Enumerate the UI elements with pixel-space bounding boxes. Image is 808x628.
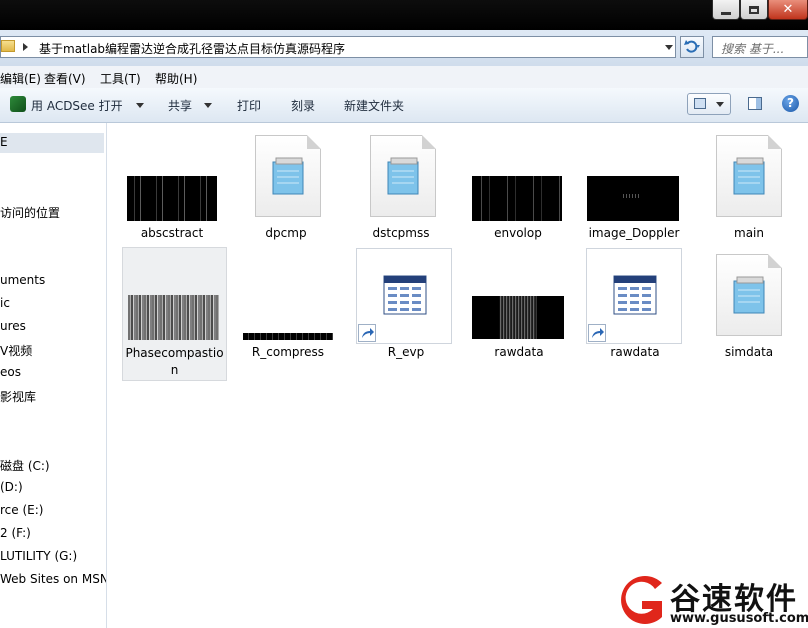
- share-label: 共享: [168, 99, 193, 113]
- file-item[interactable]: R_compress: [235, 247, 341, 379]
- nav-item-recent-places[interactable]: 访问的位置: [0, 204, 60, 221]
- file-name: Phasecompastion: [125, 346, 224, 377]
- open-with-label: 用 ACDSee 打开: [31, 99, 123, 113]
- maximize-button[interactable]: [740, 0, 768, 20]
- refresh-button[interactable]: [680, 36, 704, 58]
- nav-item-pictures[interactable]: ures: [0, 319, 26, 333]
- file-item[interactable]: simdata: [696, 247, 802, 379]
- navigation-pane: E 访问的位置 uments ic ures V视频 eos 影视库 磁盘 (C…: [0, 123, 107, 628]
- image-thumbnail: [587, 176, 679, 221]
- nav-item-drive-d[interactable]: (D:): [0, 480, 23, 494]
- menu-view[interactable]: 查看(V): [44, 70, 86, 87]
- address-bar: 基于matlab编程雷达逆合成孔径雷达点目标仿真源码程序 搜索 基于...: [0, 30, 808, 66]
- file-item[interactable]: envolop: [465, 131, 571, 263]
- file-name: envolop: [494, 226, 542, 240]
- file-item-selected[interactable]: Phasecompastion: [122, 247, 227, 381]
- command-bar: 用 ACDSee 打开 共享 打印 刻录 新建文件夹 ?: [0, 88, 808, 123]
- folder-icon: [1, 40, 15, 52]
- nav-item-drive-g[interactable]: LUTILITY (G:): [0, 549, 77, 563]
- help-icon[interactable]: ?: [782, 95, 799, 112]
- file-item[interactable]: abscstract: [119, 131, 225, 263]
- preview-pane-icon[interactable]: [748, 97, 762, 110]
- menu-edit[interactable]: 编辑(E): [0, 70, 41, 87]
- title-bar: ✕: [0, 0, 808, 30]
- file-name: main: [734, 226, 764, 240]
- file-item[interactable]: main: [696, 131, 802, 263]
- file-name: R_compress: [251, 345, 325, 359]
- file-name: dpcmp: [265, 226, 307, 240]
- image-thumbnail: [127, 176, 217, 221]
- nav-item-drive-e[interactable]: rce (E:): [0, 503, 43, 517]
- file-item[interactable]: R_evp: [353, 247, 459, 379]
- database-table-icon: [586, 248, 682, 344]
- image-detail: [623, 194, 641, 198]
- notepad-icon: [370, 135, 436, 217]
- nav-selected-highlight: [0, 133, 104, 153]
- share-button[interactable]: 共享: [168, 95, 212, 115]
- acdsee-icon: [10, 96, 26, 112]
- file-item[interactable]: dpcmp: [233, 131, 339, 263]
- file-name: abscstract: [140, 226, 204, 240]
- new-folder-button[interactable]: 新建文件夹: [344, 97, 404, 114]
- file-name: image_Doppler: [588, 226, 680, 240]
- maximize-icon: [749, 5, 759, 14]
- file-list: abscstract dpcmp dstcpmss envolop image_…: [107, 123, 808, 628]
- file-name: rawdata: [494, 345, 544, 359]
- file-item[interactable]: rawdata: [466, 247, 572, 379]
- image-thumbnail: [128, 295, 219, 340]
- change-view-button[interactable]: [687, 93, 731, 115]
- print-button[interactable]: 打印: [237, 97, 261, 114]
- notepad-icon: [716, 254, 782, 336]
- minimize-icon: [721, 12, 731, 15]
- database-table-icon: [356, 248, 452, 344]
- file-name: R_evp: [387, 345, 425, 359]
- image-thumbnail: [472, 176, 562, 221]
- notepad-icon: [255, 135, 321, 217]
- watermark: 谷速软件 www.gususoft.com: [612, 572, 808, 628]
- search-placeholder: 搜索 基于...: [721, 42, 785, 56]
- file-name: simdata: [724, 345, 774, 359]
- brand-url: www.gususoft.com: [670, 611, 808, 626]
- burn-button[interactable]: 刻录: [291, 97, 315, 114]
- image-thumbnail: [472, 296, 564, 339]
- nav-item-video-library[interactable]: 影视库: [0, 388, 36, 405]
- shortcut-arrow-icon: [358, 324, 376, 342]
- refresh-icon: [684, 40, 700, 53]
- nav-item-msn-web-sites[interactable]: Web Sites on MSN: [0, 572, 106, 586]
- nav-item-music[interactable]: ic: [0, 296, 10, 310]
- menu-tools[interactable]: 工具(T): [100, 70, 141, 87]
- file-item[interactable]: image_Doppler: [581, 131, 687, 263]
- breadcrumb-arrow-icon[interactable]: [23, 43, 28, 51]
- file-name: rawdata: [610, 345, 660, 359]
- file-item[interactable]: dstcpmss: [348, 131, 454, 263]
- menu-help[interactable]: 帮助(H): [155, 70, 197, 87]
- gususoft-logo-icon: [621, 576, 662, 624]
- shortcut-arrow-icon: [588, 324, 606, 342]
- file-name: dstcpmss: [372, 226, 430, 240]
- breadcrumb[interactable]: 基于matlab编程雷达逆合成孔径雷达点目标仿真源码程序: [39, 40, 345, 57]
- chevron-down-icon: [716, 102, 724, 107]
- nav-item-videos[interactable]: eos: [0, 365, 21, 379]
- view-icon: [694, 98, 706, 109]
- minimize-button[interactable]: [712, 0, 740, 20]
- nav-item-drive-f[interactable]: 2 (F:): [0, 526, 31, 540]
- nav-item-tv-video[interactable]: V视频: [0, 342, 32, 359]
- nav-item-drive-c[interactable]: 磁盘 (C:): [0, 457, 50, 474]
- chevron-down-icon: [204, 103, 212, 108]
- close-button[interactable]: ✕: [768, 0, 808, 20]
- search-input[interactable]: 搜索 基于...: [712, 36, 808, 58]
- notepad-icon: [716, 135, 782, 217]
- address-dropdown-icon[interactable]: [665, 45, 673, 50]
- close-icon: ✕: [782, 2, 794, 17]
- image-thumbnail: [243, 333, 333, 340]
- menu-bar: 编辑(E) 查看(V) 工具(T) 帮助(H): [0, 66, 808, 89]
- address-field[interactable]: 基于matlab编程雷达逆合成孔径雷达点目标仿真源码程序: [0, 36, 676, 58]
- file-item[interactable]: rawdata: [582, 247, 688, 379]
- nav-item-documents[interactable]: uments: [0, 273, 45, 287]
- chevron-down-icon: [136, 103, 144, 108]
- nav-item-favorites[interactable]: E: [0, 135, 8, 149]
